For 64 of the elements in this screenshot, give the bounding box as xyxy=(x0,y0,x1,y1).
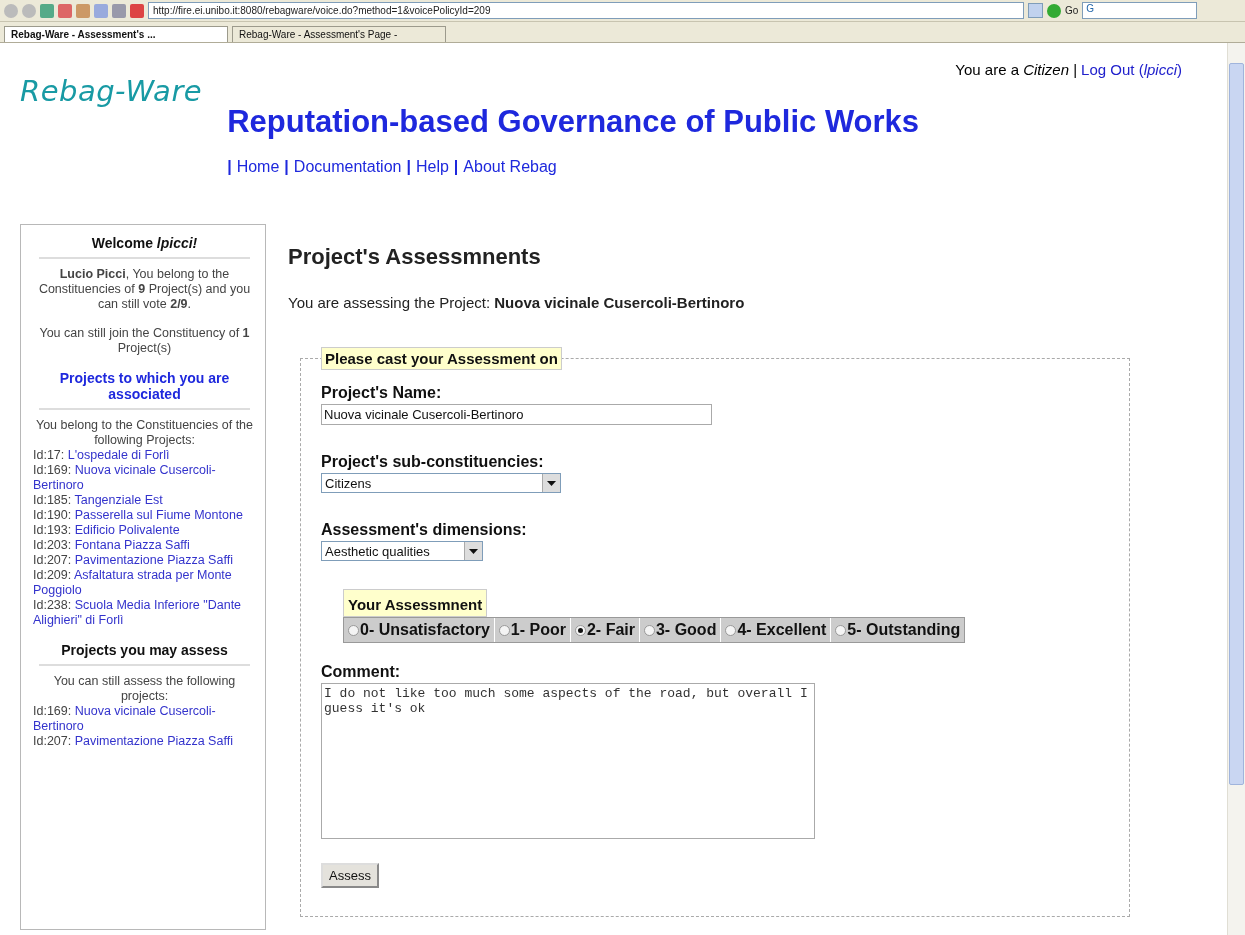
join-info: You can still join the Constituency of 1 Project(s) xyxy=(38,326,251,356)
site-logo: Rebag-Ware xyxy=(20,74,203,108)
section-heading: Projects to which you are associated xyxy=(39,370,250,410)
rating-option[interactable]: 2- Fair xyxy=(569,618,639,642)
page-heading: Project's Assessmnents xyxy=(288,244,542,270)
rating-legend: Your Assessmnent xyxy=(343,589,488,617)
rating-option[interactable]: 0- Unsatisfactory xyxy=(344,618,494,642)
sub-constituency-select[interactable]: Citizens xyxy=(321,473,561,493)
radio-icon[interactable] xyxy=(348,624,359,636)
project-entry[interactable]: Id:238: Scuola Media Inferiore "Dante Alighieri" di Forlì xyxy=(33,598,256,628)
nav-link[interactable]: Help xyxy=(415,158,449,176)
radio-icon[interactable] xyxy=(574,624,586,636)
rating-option[interactable]: 5- Outstanding xyxy=(830,618,965,642)
nav-link[interactable]: Home xyxy=(236,158,280,176)
assess-button[interactable]: Assess xyxy=(321,863,379,888)
project-entry[interactable]: Id:169: Nuova vicinale Cusercoli-Bertinoro xyxy=(33,704,256,734)
assessing-sentence: You are assessing the Project: Nuova vicinale Cusercoli-Bertinoro xyxy=(288,294,746,311)
nav-separator: | xyxy=(453,158,459,176)
section-intro: You belong to the Constituencies of the following Projects: xyxy=(34,418,255,448)
field-label: Project's sub-constituencies: xyxy=(321,453,545,471)
browser-tab[interactable]: Rebag-Ware - Assessment's Page - xyxy=(232,26,446,42)
site-title: Reputation-based Governance of Public Works xyxy=(227,104,920,140)
nav-link[interactable]: About Rebag xyxy=(463,158,557,176)
browser-tab[interactable]: Rebag-Ware - Assessment's ... xyxy=(4,26,228,42)
dimension-select[interactable]: Aesthetic qualities xyxy=(321,541,483,561)
search-field[interactable]: G xyxy=(1082,2,1198,19)
form-legend: Please cast your Assessment on xyxy=(321,347,562,370)
project-entry[interactable]: Id:169: Nuova vicinale Cusercoli-Bertinoro xyxy=(33,463,256,493)
section-intro: You can still assess the following projects: xyxy=(52,674,237,704)
project-entry[interactable]: Id:209: Asfaltatura strada per Monte Poggiolo xyxy=(33,568,256,598)
nav-separator: | xyxy=(406,158,411,176)
address-field[interactable]: http://fire.ei.unibo.it:8080/rebagware/voice.do?method=1&voicePolicyId=209 xyxy=(148,2,1024,19)
project-name-field[interactable]: Nuova vicinale Cusercoli-Bertinoro xyxy=(321,404,712,425)
nav-link[interactable]: Documentation xyxy=(293,158,402,176)
rating-option[interactable]: 3- Good xyxy=(638,618,721,642)
user-summary: Lucio Picci, You belong to the Constituencies of 9 Project(s) and you can still vote 2/9. xyxy=(37,267,252,312)
project-entry[interactable]: Id:207: Pavimentazione Piazza Saffi xyxy=(33,734,256,749)
rating-option[interactable]: 1- Poor xyxy=(493,618,570,642)
dropdown-arrow-icon xyxy=(469,548,478,554)
project-entry[interactable]: Id:190: Passerella sul Fiume Montone xyxy=(33,508,256,523)
user-status: You are a Citizen | xyxy=(955,61,1078,78)
radio-icon[interactable] xyxy=(498,624,510,636)
dropdown-arrow-icon xyxy=(547,480,556,486)
project-entry[interactable]: Id:185: Tangenziale Est xyxy=(33,493,256,508)
scrollbar-thumb[interactable] xyxy=(1229,63,1244,785)
radio-icon[interactable] xyxy=(643,624,655,636)
project-entry[interactable]: Id:207: Pavimentazione Piazza Saffi xyxy=(33,553,256,568)
field-label: Comment: xyxy=(321,663,402,681)
rating-option[interactable]: 4- Excellent xyxy=(720,618,831,642)
nav-separator: | xyxy=(284,158,289,176)
section-heading: Projects you may assess xyxy=(39,642,250,666)
project-entry[interactable]: Id:17: L'ospedale di Forlì xyxy=(33,448,256,463)
nav-separator: | xyxy=(227,158,232,176)
radio-icon[interactable] xyxy=(725,624,737,636)
project-entry[interactable]: Id:193: Edificio Polivalente xyxy=(33,523,256,538)
welcome-heading: Welcome lpicci! xyxy=(39,235,250,259)
scrollbar[interactable] xyxy=(1227,43,1245,935)
project-entry[interactable]: Id:203: Fontana Piazza Saffi xyxy=(33,538,256,553)
go-button[interactable]: Go xyxy=(1065,5,1079,16)
radio-icon[interactable] xyxy=(835,624,847,636)
field-label: Assessment's dimensions: xyxy=(321,521,528,539)
logout-link[interactable]: Log Out (lpicci) xyxy=(1081,61,1182,78)
comment-field[interactable]: I do not like too much some aspects of the road, but overall I guess it's ok xyxy=(321,683,815,839)
field-label: Project's Name: xyxy=(321,384,443,402)
